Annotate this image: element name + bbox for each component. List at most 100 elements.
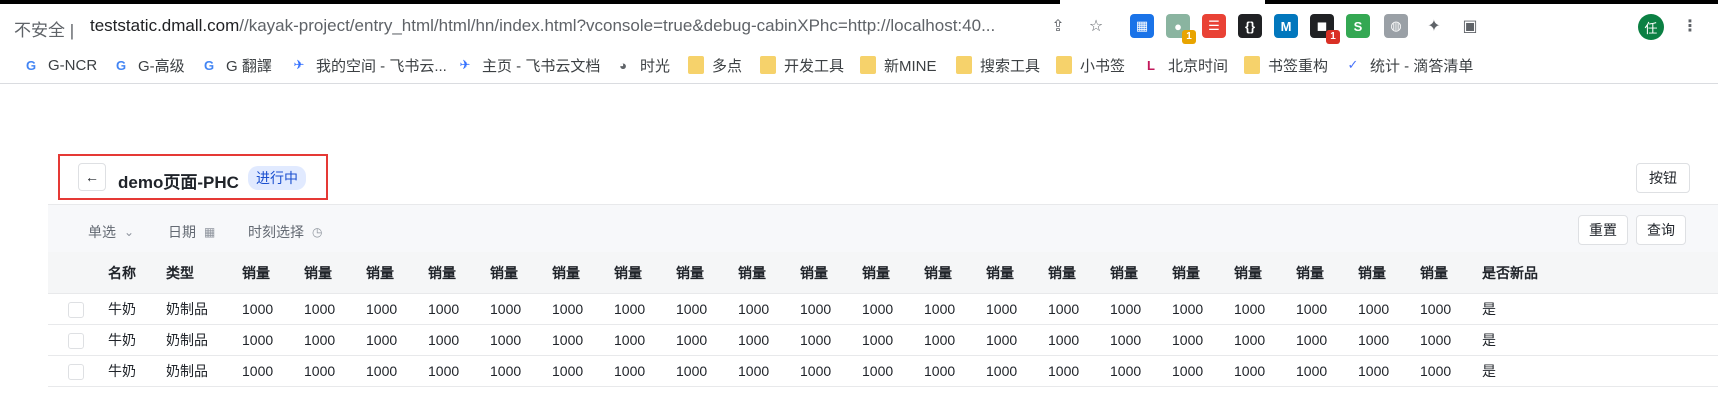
clock-icon: ◷ — [312, 225, 323, 239]
single-select-filter[interactable]: 单选 ⌄ — [88, 222, 134, 242]
column-header: 销量 — [1358, 264, 1386, 281]
calendar-icon: ▦ — [204, 225, 216, 239]
table-cell: 1000 — [428, 301, 460, 317]
folder-icon — [688, 56, 704, 74]
feishu-icon: ✈ — [459, 57, 471, 72]
bookmark-item[interactable]: G G 翻譯 — [200, 54, 272, 76]
m-ext-icon[interactable]: M — [1274, 14, 1298, 38]
puzzle-icon[interactable]: ✦ — [1422, 14, 1446, 38]
table-cell: 1000 — [924, 332, 956, 348]
row-checkbox[interactable] — [68, 302, 84, 318]
row-checkbox[interactable] — [68, 364, 84, 380]
table-cell: 1000 — [1172, 301, 1204, 317]
table-row: 牛奶 奶制品 1000 1000 1000 1000 1000 1000 1000 1000 100… — [48, 325, 1718, 356]
grid-ext-icon[interactable]: ▦ — [1130, 14, 1154, 38]
folder-icon — [956, 56, 972, 74]
menu-icon[interactable]: ⋮ — [1678, 14, 1702, 38]
table-row: 牛奶 奶制品 1000 1000 1000 1000 1000 1000 1000 1000 100… — [48, 356, 1718, 387]
folder-icon — [860, 56, 876, 74]
star-icon[interactable]: ☆ — [1084, 14, 1108, 38]
bookmark-item[interactable]: ✓ 统计 - 滴答清单 — [1344, 54, 1474, 76]
table-cell: 牛奶 — [108, 332, 136, 348]
address-bar: 不安全 | teststatic.dmall.com//kayak-projec… — [0, 4, 1718, 46]
table-cell: 牛奶 — [108, 363, 136, 379]
query-button[interactable]: 查询 — [1636, 215, 1686, 245]
column-header: 销量 — [924, 264, 952, 281]
bookmark-label: 多点 — [712, 57, 743, 75]
avatar[interactable]: 任 — [1638, 14, 1664, 40]
date-filter[interactable]: 日期 ▦ — [168, 222, 215, 242]
column-header: 销量 — [1172, 264, 1200, 281]
sidepanel-icon[interactable]: ▣ — [1458, 14, 1482, 38]
bookmark-item[interactable]: L 北京时间 — [1142, 54, 1228, 76]
extension-badge: 1 — [1326, 30, 1340, 44]
column-header: 类型 — [166, 264, 194, 281]
reset-button[interactable]: 重置 — [1578, 215, 1628, 245]
black-ext-icon[interactable]: ◼ 1 — [1310, 14, 1340, 44]
table-cell: 1000 — [490, 332, 522, 348]
table-cell: 1000 — [242, 363, 274, 379]
bookmark-item[interactable]: 新MINE — [860, 54, 937, 76]
column-header: 销量 — [428, 264, 456, 281]
table-cell: 1000 — [1358, 332, 1390, 348]
filter-bar: 单选 ⌄ 日期 ▦ 时刻选择 ◷ 重置 查询 — [48, 204, 1718, 252]
time-label: 时刻选择 — [248, 224, 304, 240]
table-cell: 1000 — [1172, 363, 1204, 379]
bookmark-item[interactable]: ✈ 主页 - 飞书云文档 — [456, 54, 601, 76]
table-cell: 1000 — [1234, 363, 1266, 379]
table-cell: 1000 — [552, 332, 584, 348]
table-cell: 1000 — [862, 363, 894, 379]
bookmark-label: 书签重构 — [1268, 57, 1329, 75]
table-cell: 1000 — [1296, 301, 1328, 317]
action-button[interactable]: 按钮 — [1636, 163, 1690, 193]
table-cell: 1000 — [676, 363, 708, 379]
share-icon[interactable]: ⇪ — [1046, 14, 1070, 38]
bookmark-item[interactable]: ✈ 我的空间 - 飞书云... — [290, 54, 447, 76]
table-cell: 1000 — [1172, 332, 1204, 348]
url-path: //kayak-project/entry_html/html/hn/index… — [239, 16, 996, 35]
column-header: 销量 — [986, 264, 1014, 281]
bookmark-item[interactable]: 开发工具 — [760, 54, 844, 76]
table-cell: 1000 — [490, 301, 522, 317]
security-indicator[interactable]: 不安全 | — [14, 16, 74, 41]
row-checkbox[interactable] — [68, 333, 84, 349]
json-ext-icon[interactable]: {} — [1238, 14, 1262, 38]
folder-icon — [1244, 56, 1260, 74]
table-cell: 奶制品 — [166, 363, 208, 379]
bookmark-label: 北京时间 — [1168, 57, 1229, 75]
column-header: 销量 — [800, 264, 828, 281]
bookmark-item[interactable]: 搜索工具 — [956, 54, 1040, 76]
bookmark-item[interactable]: G G-高级 — [112, 54, 185, 76]
s-ext-icon[interactable]: S — [1346, 14, 1370, 38]
table-row: 牛奶 奶制品 1000 1000 1000 1000 1000 1000 1000 1000 100… — [48, 294, 1718, 325]
bookmark-label: 我的空间 - 飞书云... — [316, 57, 447, 75]
globe-ext-icon[interactable]: ◍ — [1384, 14, 1408, 38]
bookmark-item[interactable]: 小书签 — [1056, 54, 1125, 76]
bookmark-item[interactable]: 多点 — [688, 54, 742, 76]
table-cell: 1000 — [1048, 332, 1080, 348]
table-cell: 1000 — [862, 332, 894, 348]
url-field[interactable]: teststatic.dmall.com//kayak-project/entr… — [90, 16, 995, 36]
bookmark-item[interactable]: ◕ 时光 — [614, 54, 670, 76]
table-cell: 1000 — [1110, 301, 1142, 317]
table-cell: 1000 — [614, 363, 646, 379]
table-cell: 1000 — [924, 363, 956, 379]
table-cell: 1000 — [862, 301, 894, 317]
bookmark-label: 时光 — [640, 57, 671, 75]
bookmark-item[interactable]: G G-NCR — [22, 54, 97, 76]
time-filter[interactable]: 时刻选择 ◷ — [248, 222, 322, 242]
column-header: 销量 — [1296, 264, 1324, 281]
circle-ext-icon[interactable]: ● 1 — [1166, 14, 1196, 44]
table-cell: 1000 — [1234, 332, 1266, 348]
column-header: 销量 — [552, 264, 580, 281]
table-cell: 1000 — [1234, 301, 1266, 317]
bookmark-label: 新MINE — [884, 57, 937, 75]
table-cell: 1000 — [304, 332, 336, 348]
bookmark-item[interactable]: 书签重构 — [1244, 54, 1328, 76]
red-ext-icon[interactable]: ☰ — [1202, 14, 1226, 38]
google-icon: G — [25, 57, 37, 73]
table-cell: 1000 — [986, 363, 1018, 379]
back-button[interactable]: ← — [78, 163, 106, 191]
table-cell: 1000 — [614, 301, 646, 317]
table-cell: 1000 — [428, 363, 460, 379]
